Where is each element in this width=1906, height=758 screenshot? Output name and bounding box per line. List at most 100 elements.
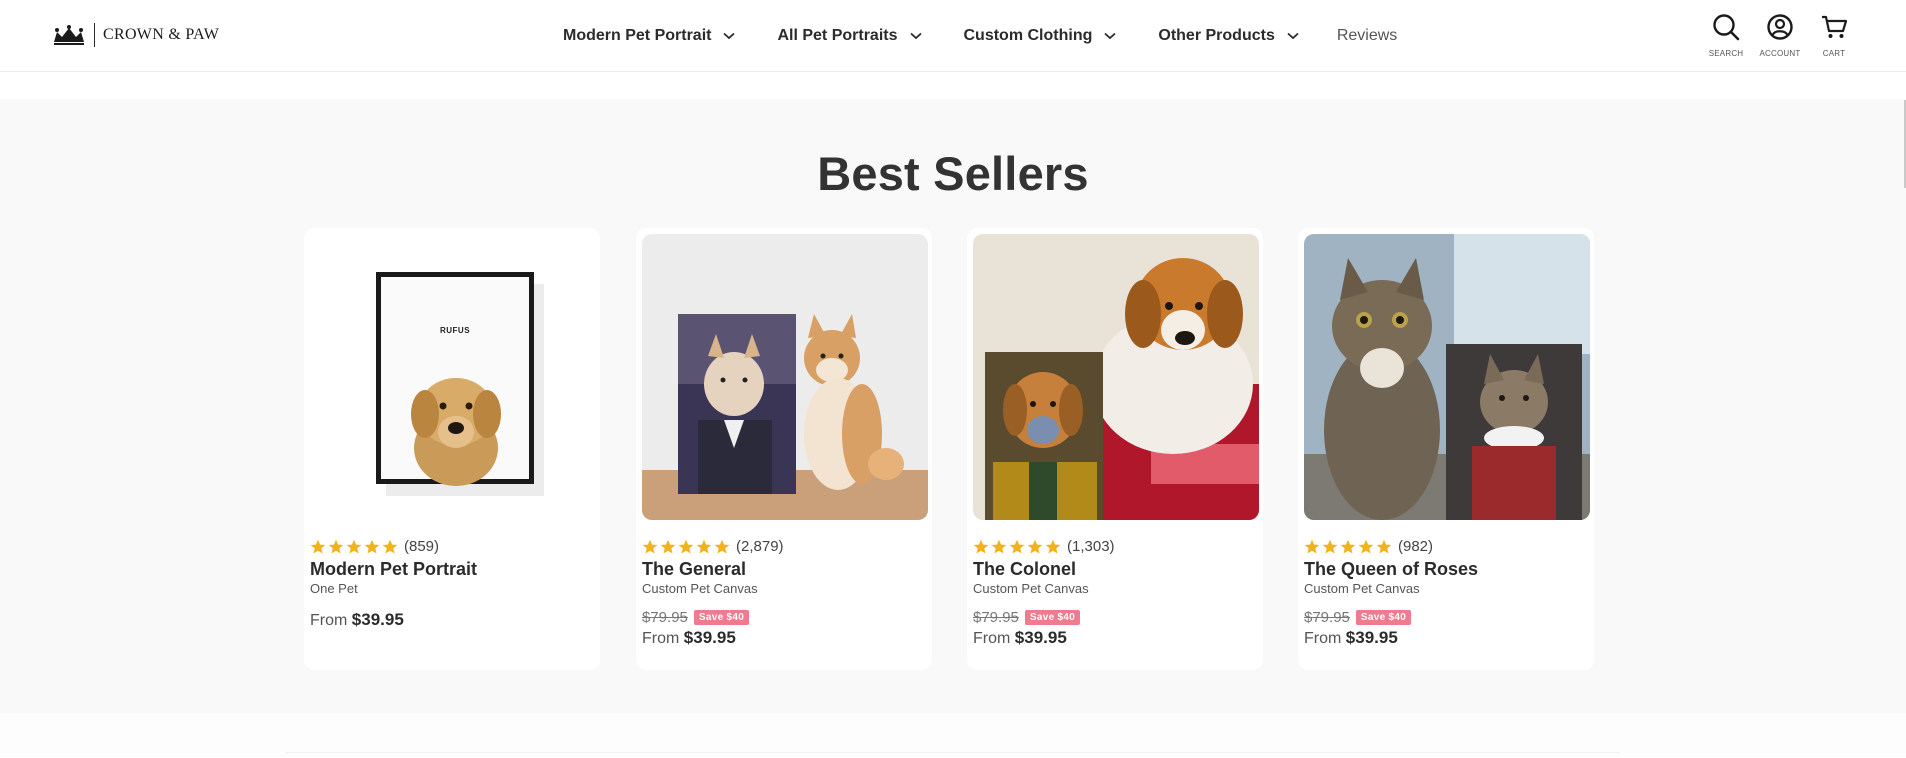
old-price-row: $79.95 Save $40 [1304, 608, 1412, 626]
account-button[interactable]: ACCOUNT [1760, 13, 1800, 58]
review-count[interactable]: (982) [1398, 538, 1433, 555]
product-subtitle: One Pet [310, 581, 358, 596]
star-icon [973, 539, 989, 555]
rating: (859) [310, 538, 439, 555]
product-card-modern-pet-portrait[interactable]: RUFUS (859) Modern Pet Portrait One Pet … [304, 228, 600, 670]
star-icon [382, 539, 398, 555]
star-icon [1045, 539, 1061, 555]
nav-label: Modern Pet Portrait [563, 27, 712, 44]
chevron-down-icon [1104, 32, 1116, 40]
search-icon [1712, 13, 1740, 46]
product-image[interactable] [973, 234, 1259, 520]
rating: (2,879) [642, 538, 784, 555]
search-button[interactable]: SEARCH [1708, 13, 1744, 58]
product-subtitle: Custom Pet Canvas [1304, 581, 1420, 596]
star-icon [696, 539, 712, 555]
cart-icon [1820, 13, 1848, 46]
chevron-down-icon [1287, 32, 1299, 40]
logo[interactable]: CROWN & PAW [52, 20, 219, 50]
search-label: SEARCH [1708, 49, 1744, 58]
star-icon [1304, 539, 1320, 555]
frame-label: RUFUS [439, 326, 471, 335]
product-subtitle: Custom Pet Canvas [973, 581, 1089, 596]
product-image[interactable] [642, 234, 928, 520]
star-icon [346, 539, 362, 555]
star-icon [1358, 539, 1374, 555]
nav-label: Reviews [1336, 27, 1398, 44]
from-label: From [310, 612, 348, 629]
from-label: From [642, 630, 680, 647]
cart-button[interactable]: CART [1818, 13, 1850, 58]
product-card-the-queen-of-roses[interactable]: (982) The Queen of Roses Custom Pet Canv… [1298, 228, 1594, 670]
main-nav: Modern Pet Portrait All Pet Portraits Cu… [563, 0, 1439, 72]
save-badge: Save $40 [1355, 609, 1412, 625]
star-icon [364, 539, 380, 555]
compare-at-price: $79.95 [1304, 608, 1350, 626]
logo-divider [94, 23, 95, 47]
old-price-row: $79.95 Save $40 [973, 608, 1081, 626]
pricing: $79.95 Save $40 From $39.95 [1304, 608, 1412, 648]
price-row: From $39.95 [310, 610, 404, 630]
star-icon [1340, 539, 1356, 555]
compare-at-price: $79.95 [973, 608, 1019, 626]
best-sellers-section: Best Sellers [0, 99, 1906, 713]
product-name[interactable]: Modern Pet Portrait [310, 559, 477, 580]
price-row: From $39.95 [642, 628, 749, 648]
review-count[interactable]: (859) [404, 538, 439, 555]
product-card-the-colonel[interactable]: (1,303) The Colonel Custom Pet Canvas $7… [967, 228, 1263, 670]
price-row: From $39.95 [973, 628, 1080, 648]
nav-item-other-products[interactable]: Other Products [1158, 27, 1299, 45]
site-header: CROWN & PAW Modern Pet Portrait All Pet … [0, 0, 1906, 72]
chevron-down-icon [723, 32, 736, 40]
star-icon [1322, 539, 1338, 555]
compare-at-price: $79.95 [642, 608, 688, 626]
from-label: From [973, 630, 1011, 647]
star-icon [714, 539, 730, 555]
product-image[interactable] [1304, 234, 1590, 520]
next-section [0, 713, 1906, 757]
star-icon [660, 539, 676, 555]
price: $39.95 [351, 610, 404, 629]
review-count[interactable]: (1,303) [1067, 538, 1115, 555]
section-title: Best Sellers [817, 147, 1089, 200]
cart-label: CART [1822, 49, 1846, 58]
nav-item-all-pet-portraits[interactable]: All Pet Portraits [777, 27, 922, 45]
nav-label: Other Products [1158, 27, 1275, 44]
account-icon [1766, 13, 1794, 46]
account-label: ACCOUNT [1759, 49, 1801, 58]
price: $39.95 [1014, 628, 1067, 647]
product-card-the-general[interactable]: (2,879) The General Custom Pet Canvas $7… [636, 228, 932, 670]
pricing: $79.95 Save $40 From $39.95 [642, 608, 750, 648]
star-icon [1009, 539, 1025, 555]
product-subtitle: Custom Pet Canvas [642, 581, 758, 596]
nav-item-reviews[interactable]: Reviews [1337, 27, 1397, 45]
crown-icon [52, 24, 86, 46]
star-icon [328, 539, 344, 555]
star-icon [310, 539, 326, 555]
header-actions: SEARCH ACCOUNT CART [1708, 13, 1850, 58]
product-name[interactable]: The General [642, 559, 746, 580]
chevron-down-icon [909, 32, 922, 40]
rating: (982) [1304, 538, 1433, 555]
nav-label: All Pet Portraits [777, 27, 898, 44]
nav-item-modern-pet-portrait[interactable]: Modern Pet Portrait [563, 27, 736, 45]
star-icon [642, 539, 658, 555]
star-icon [991, 539, 1007, 555]
pricing: From $39.95 [310, 608, 404, 630]
nav-item-custom-clothing[interactable]: Custom Clothing [964, 27, 1117, 45]
review-count[interactable]: (2,879) [736, 538, 784, 555]
save-badge: Save $40 [693, 609, 750, 625]
product-name[interactable]: The Queen of Roses [1304, 559, 1478, 580]
star-icon [1027, 539, 1043, 555]
star-icon [1376, 539, 1392, 555]
price-row: From $39.95 [1304, 628, 1411, 648]
product-image[interactable]: RUFUS [310, 234, 596, 520]
nav-label: Custom Clothing [963, 27, 1093, 44]
price: $39.95 [1345, 628, 1398, 647]
product-name[interactable]: The Colonel [973, 559, 1076, 580]
star-icon [678, 539, 694, 555]
next-section-card-edge [286, 752, 1620, 758]
old-price-row: $79.95 Save $40 [642, 608, 750, 626]
save-badge: Save $40 [1024, 609, 1081, 625]
pricing: $79.95 Save $40 From $39.95 [973, 608, 1081, 648]
